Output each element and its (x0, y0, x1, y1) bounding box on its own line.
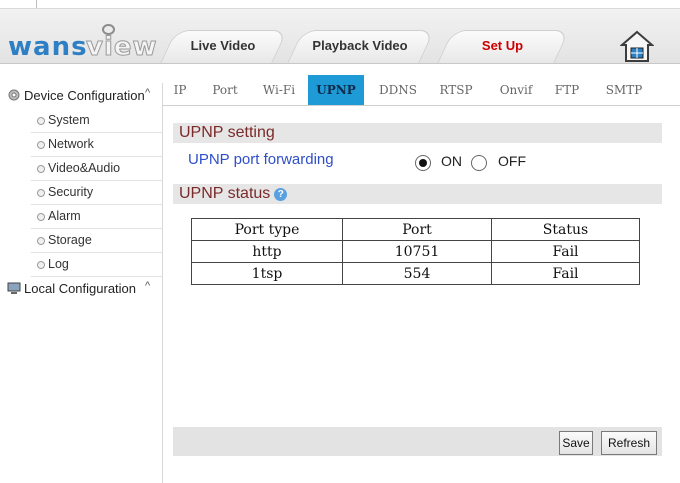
nav-tab-label: Live Video (190, 38, 256, 53)
top-strip-divider (36, 0, 37, 8)
tab-smtp[interactable]: SMTP (604, 79, 644, 107)
table-row: http 10751 Fail (191, 240, 640, 263)
chevron-up-icon: ^ (145, 87, 151, 99)
bullet-icon (37, 261, 45, 269)
nav-tab-live-video[interactable]: Live Video (160, 30, 288, 63)
table-header-row: Port type Port Status (191, 218, 640, 241)
radio-on[interactable] (415, 155, 431, 171)
column-header-status: Status (491, 218, 640, 241)
sidebar-item-label: Alarm (48, 209, 81, 223)
sidebar-item-storage[interactable]: Storage (31, 229, 162, 253)
nav-tab-set-up[interactable]: Set Up (437, 30, 570, 63)
cell-port-type: http (191, 240, 343, 263)
home-icon-graphic (619, 30, 655, 62)
tab-onvif[interactable]: Onvif (496, 79, 536, 107)
header-bar: wans view Live Video Playback Video Set … (0, 9, 680, 64)
upnp-port-forwarding-label: UPNP port forwarding (188, 151, 334, 168)
upnp-status-table: Port type Port Status http 10751 Fail 1t… (191, 218, 640, 285)
monitor-icon (7, 282, 21, 294)
sidebar-item-label: Network (48, 137, 94, 151)
upnp-status-title: UPNP status (179, 185, 271, 202)
settings-tabs: IP Port Wi-Fi UPNP DDNS RTSP Onvif FTP S… (162, 75, 680, 106)
radio-off[interactable] (471, 155, 487, 171)
logo-text-primary: wans (8, 32, 88, 62)
tab-rtsp[interactable]: RTSP (436, 79, 476, 107)
tab-upnp[interactable]: UPNP (308, 75, 364, 105)
cell-status: Fail (491, 262, 640, 285)
sidebar-heading-label: Local Configuration (24, 281, 137, 296)
bullet-icon (37, 117, 45, 125)
sidebar-heading-label: Device Configuration (24, 88, 145, 103)
nav-tab-label: Playback Video (312, 38, 408, 53)
nav-tab-playback-video[interactable]: Playback Video (287, 30, 435, 63)
action-bar: Save Refresh (173, 427, 662, 456)
radio-on-label: ON (441, 153, 462, 169)
home-icon[interactable] (619, 30, 655, 64)
gear-icon (8, 89, 20, 101)
upnp-status-header: UPNP status? (173, 184, 662, 204)
column-header-port-type: Port type (191, 218, 343, 241)
bullet-icon (37, 189, 45, 197)
sidebar-item-log[interactable]: Log (31, 253, 162, 277)
sidebar-item-video-audio[interactable]: Video&Audio (31, 157, 162, 181)
chevron-up-icon: ^ (145, 280, 151, 292)
column-header-port: Port (342, 218, 492, 241)
logo: wans view (8, 24, 158, 63)
sidebar-item-label: Security (48, 185, 94, 199)
save-button[interactable]: Save (559, 431, 593, 455)
help-icon[interactable]: ? (274, 188, 288, 201)
sidebar-local-configuration[interactable]: Local Configuration ^ (7, 276, 162, 300)
bullet-icon (37, 141, 45, 149)
sidebar-item-alarm[interactable]: Alarm (31, 205, 162, 229)
sidebar-item-label: System (48, 113, 90, 127)
cell-status: Fail (491, 240, 640, 263)
cell-port: 554 (342, 262, 492, 285)
sidebar-item-label: Storage (48, 233, 92, 247)
tab-ddns[interactable]: DDNS (378, 79, 418, 107)
cell-port-type: 1tsp (191, 262, 343, 285)
bullet-icon (37, 237, 45, 245)
sidebar-item-security[interactable]: Security (31, 181, 162, 205)
nav-tab-label: Set Up (481, 38, 524, 53)
tab-ftp[interactable]: FTP (552, 79, 582, 107)
upnp-setting-title: UPNP setting (179, 124, 275, 141)
top-strip (0, 0, 680, 9)
sidebar-item-label: Video&Audio (48, 161, 121, 175)
tab-ip[interactable]: IP (170, 79, 190, 107)
main-content: IP Port Wi-Fi UPNP DDNS RTSP Onvif FTP S… (162, 75, 680, 483)
tab-port[interactable]: Port (210, 79, 240, 107)
bullet-icon (37, 213, 45, 221)
refresh-button[interactable]: Refresh (601, 431, 657, 455)
sidebar: Device Configuration ^ System Network Vi… (7, 83, 163, 483)
radio-off-label: OFF (498, 153, 526, 169)
cell-port: 10751 (342, 240, 492, 263)
sidebar-device-configuration[interactable]: Device Configuration ^ (7, 83, 162, 107)
table-row: 1tsp 554 Fail (191, 262, 640, 285)
upnp-setting-header: UPNP setting (173, 123, 662, 143)
sidebar-item-network[interactable]: Network (31, 133, 162, 157)
sidebar-item-system[interactable]: System (31, 109, 162, 133)
bullet-icon (37, 165, 45, 173)
sidebar-item-label: Log (48, 257, 69, 271)
logo-text-secondary: view (86, 32, 158, 63)
tab-wifi[interactable]: Wi-Fi (258, 79, 300, 107)
